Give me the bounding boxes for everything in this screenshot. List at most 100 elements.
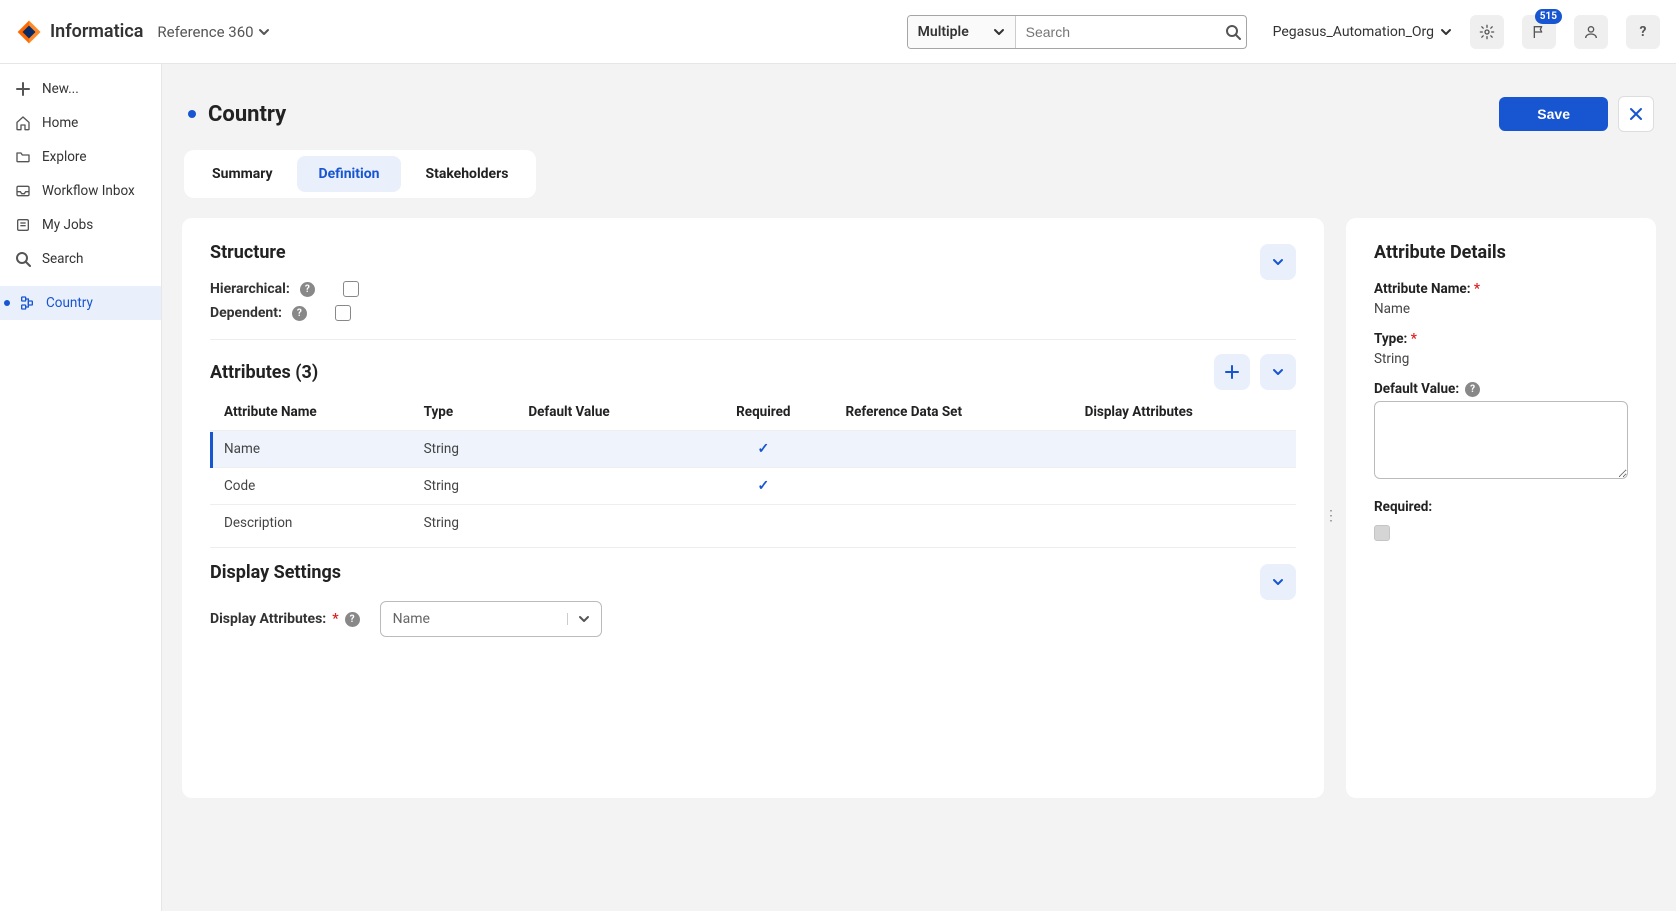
help-icon[interactable]: ? (345, 612, 360, 627)
jobs-icon (14, 216, 32, 234)
gear-icon (1479, 24, 1495, 40)
global-search: Multiple (907, 15, 1247, 49)
structure-heading: Structure (210, 242, 286, 263)
brand: Informatica Reference 360 (16, 19, 270, 45)
unsaved-indicator-icon (188, 110, 196, 118)
tab-summary[interactable]: Summary (190, 156, 295, 192)
chevron-down-icon (1272, 576, 1284, 588)
check-icon: ✓ (757, 441, 769, 457)
table-row[interactable]: Code String ✓ (210, 468, 1296, 505)
sidebar-item-label: Workflow Inbox (42, 183, 135, 199)
sidebar-item-my-jobs[interactable]: My Jobs (0, 208, 161, 242)
org-name: Pegasus_Automation_Org (1273, 24, 1434, 40)
search-icon (14, 250, 32, 268)
main-content: Country Save Summary Definition Stakehol… (162, 64, 1676, 911)
brand-name: Informatica (50, 21, 143, 42)
table-header-row: Attribute Name Type Default Value Requir… (210, 394, 1296, 431)
tab-stakeholders[interactable]: Stakeholders (403, 156, 530, 192)
definition-panel: Structure Hierarchical: ? Dependent: ? (182, 218, 1324, 798)
cell-disp (1071, 468, 1296, 505)
table-row[interactable]: Name String ✓ (210, 431, 1296, 468)
close-button[interactable] (1618, 96, 1654, 132)
display-attributes-select[interactable]: Name (380, 601, 602, 637)
cell-rds (831, 468, 1070, 505)
close-icon (1629, 107, 1643, 121)
search-input[interactable] (1016, 24, 1217, 40)
tab-definition[interactable]: Definition (297, 156, 402, 192)
sidebar-new[interactable]: New... (0, 72, 161, 106)
sidebar-item-search[interactable]: Search (0, 242, 161, 276)
display-settings-heading: Display Settings (210, 562, 341, 583)
folder-icon (14, 148, 32, 166)
hierarchical-label: Hierarchical: (210, 281, 290, 297)
settings-button[interactable] (1470, 15, 1504, 49)
sidebar-item-label: My Jobs (42, 217, 93, 233)
dependent-label: Dependent: (210, 305, 282, 321)
chevron-down-icon (1272, 256, 1284, 268)
chevron-down-icon (567, 613, 601, 625)
col-reference-data-set: Reference Data Set (831, 394, 1070, 431)
sidebar-open-tab-country[interactable]: Country (0, 286, 161, 320)
sidebar-item-label: Country (46, 295, 93, 311)
help-icon[interactable]: ? (1465, 382, 1480, 397)
hierarchical-checkbox[interactable] (343, 281, 359, 297)
cell-type: String (410, 468, 515, 505)
user-button[interactable] (1574, 15, 1608, 49)
attributes-collapse-button[interactable] (1260, 354, 1296, 390)
app-switcher[interactable]: Reference 360 (157, 23, 269, 41)
page-tabs: Summary Definition Stakeholders (184, 150, 536, 198)
sidebar-item-workflow-inbox[interactable]: Workflow Inbox (0, 174, 161, 208)
help-button[interactable]: ? (1626, 15, 1660, 49)
chevron-down-icon (258, 26, 270, 38)
help-icon[interactable]: ? (292, 306, 307, 321)
details-type-value: String (1374, 351, 1628, 367)
col-attribute-name: Attribute Name (210, 394, 410, 431)
sidebar-item-label: New... (42, 81, 79, 97)
add-attribute-button[interactable] (1214, 354, 1250, 390)
col-type: Type (410, 394, 515, 431)
details-required-checkbox (1374, 525, 1390, 541)
inbox-icon (14, 182, 32, 200)
cell-rds (831, 505, 1070, 542)
save-button[interactable]: Save (1499, 97, 1608, 131)
notifications-button[interactable]: 515 (1522, 15, 1556, 49)
table-row[interactable]: Description String (210, 505, 1296, 542)
details-name-value: Name (1374, 301, 1628, 317)
search-button[interactable] (1217, 24, 1247, 40)
sidebar-item-label: Search (42, 251, 83, 267)
default-value-input[interactable] (1374, 401, 1628, 479)
help-icon[interactable]: ? (300, 282, 315, 297)
details-name-label: Attribute Name: (1374, 281, 1471, 297)
cell-name: Description (210, 505, 410, 542)
cell-name: Name (210, 431, 410, 468)
required-asterisk: * (1411, 331, 1417, 347)
divider (210, 339, 1296, 340)
cell-required: ✓ (695, 468, 831, 505)
check-icon: ✓ (757, 478, 769, 494)
details-required-label: Required: (1374, 499, 1628, 515)
cell-default (514, 505, 695, 542)
search-icon (1225, 24, 1241, 40)
dependent-checkbox[interactable] (335, 305, 351, 321)
structure-collapse-button[interactable] (1260, 244, 1296, 280)
sidebar-item-label: Explore (42, 149, 87, 165)
chevron-down-icon (1440, 26, 1452, 38)
help-icon: ? (1640, 24, 1647, 40)
details-type-label: Type: (1374, 331, 1407, 347)
col-required: Required (695, 394, 831, 431)
search-scope-dropdown[interactable]: Multiple (908, 16, 1016, 48)
sidebar-item-home[interactable]: Home (0, 106, 161, 140)
cell-disp (1071, 431, 1296, 468)
plus-icon (14, 80, 32, 98)
panel-resize-handle[interactable]: ⋮ (1324, 508, 1336, 524)
dataset-icon (18, 294, 36, 312)
home-icon (14, 114, 32, 132)
org-switcher[interactable]: Pegasus_Automation_Org (1273, 24, 1452, 40)
sidebar-item-label: Home (42, 115, 78, 131)
divider (210, 547, 1296, 548)
cell-required: ✓ (695, 431, 831, 468)
cell-required (695, 505, 831, 542)
display-settings-collapse-button[interactable] (1260, 564, 1296, 600)
sidebar-item-explore[interactable]: Explore (0, 140, 161, 174)
app-name: Reference 360 (157, 23, 253, 41)
